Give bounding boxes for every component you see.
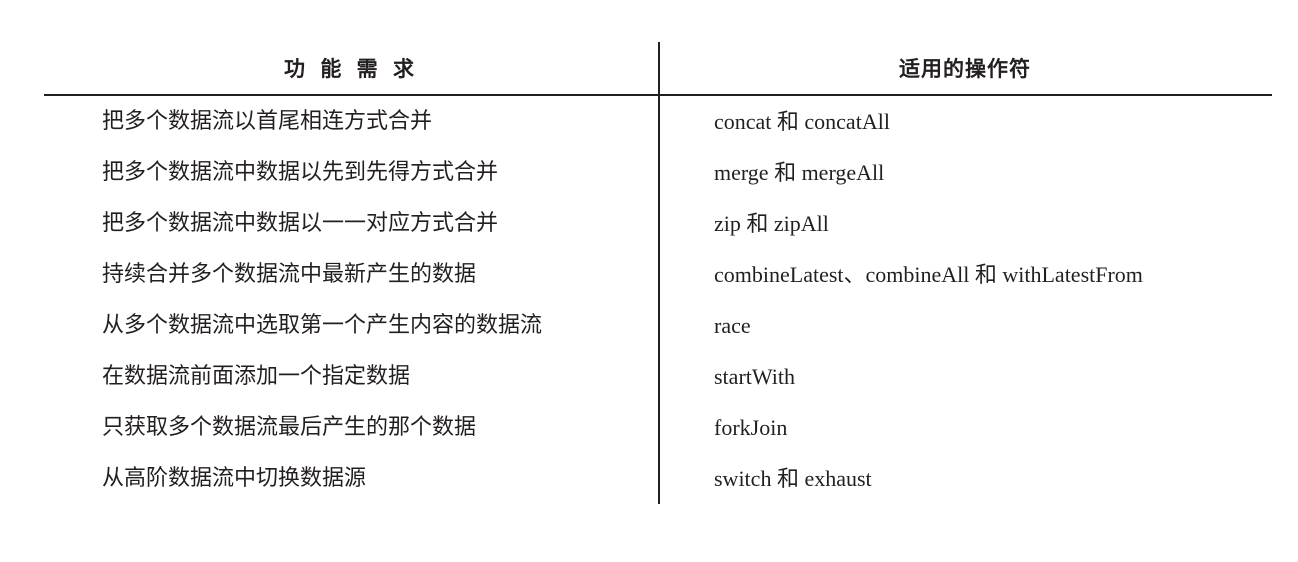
header-operators: 适用的操作符	[899, 57, 1031, 81]
requirement-cell: 把多个数据流中数据以一一对应方式合并	[102, 211, 499, 236]
requirement-cell: 持续合并多个数据流中最新产生的数据	[102, 262, 477, 287]
table-row: 把多个数据流以首尾相连方式合并 concat 和 concatAll	[44, 96, 1272, 147]
table-row: 把多个数据流中数据以先到先得方式合并 merge 和 mergeAll	[44, 147, 1272, 198]
table-row: 只获取多个数据流最后产生的那个数据 forkJoin	[44, 402, 1272, 453]
requirement-cell: 在数据流前面添加一个指定数据	[102, 364, 411, 389]
table-row: 在数据流前面添加一个指定数据 startWith	[44, 351, 1272, 402]
operators-cell: switch 和 exhaust	[714, 466, 872, 491]
table-row: 把多个数据流中数据以一一对应方式合并 zip 和 zipAll	[44, 198, 1272, 249]
table-row: 持续合并多个数据流中最新产生的数据 combineLatest、combineA…	[44, 249, 1272, 300]
header-requirement: 功 能 需 求	[284, 57, 418, 81]
requirement-cell: 把多个数据流以首尾相连方式合并	[102, 109, 433, 134]
table-body: 把多个数据流以首尾相连方式合并 concat 和 concatAll 把多个数据…	[44, 96, 1272, 504]
operators-cell: combineLatest、combineAll 和 withLatestFro…	[714, 262, 1143, 287]
operator-table: 功 能 需 求 适用的操作符 把多个数据流以首尾相连方式合并 concat 和 …	[44, 42, 1272, 504]
operators-cell: race	[714, 313, 751, 338]
operators-cell: startWith	[714, 364, 795, 389]
table-row: 从高阶数据流中切换数据源 switch 和 exhaust	[44, 453, 1272, 504]
table-row: 从多个数据流中选取第一个产生内容的数据流 race	[44, 300, 1272, 351]
requirement-cell: 只获取多个数据流最后产生的那个数据	[102, 415, 477, 440]
operators-cell: forkJoin	[714, 415, 788, 440]
operators-cell: merge 和 mergeAll	[714, 160, 885, 185]
operators-cell: concat 和 concatAll	[714, 109, 890, 134]
requirement-cell: 从多个数据流中选取第一个产生内容的数据流	[102, 313, 543, 338]
requirement-cell: 把多个数据流中数据以先到先得方式合并	[102, 160, 499, 185]
operators-cell: zip 和 zipAll	[714, 211, 829, 236]
requirement-cell: 从高阶数据流中切换数据源	[102, 466, 367, 491]
